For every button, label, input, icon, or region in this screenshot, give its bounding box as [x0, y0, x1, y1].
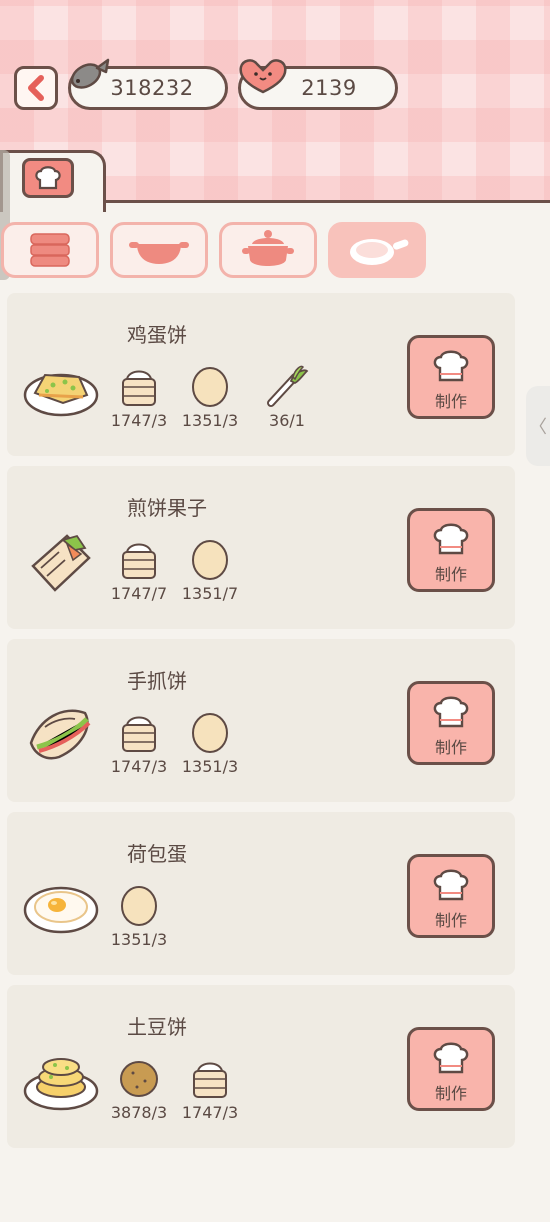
chef-hat-icon: [433, 523, 469, 555]
ingredient-count: 1351/3: [110, 930, 168, 949]
ingredient-item: 3878/3: [104, 1055, 174, 1122]
make-button-label: 制作: [434, 392, 467, 411]
ingredient-count: 36/1: [269, 411, 305, 430]
fish-icon: [70, 58, 110, 89]
ingredient-item: 1747/3: [104, 709, 174, 776]
make-button[interactable]: 制作: [407, 854, 495, 938]
ingredient-item: 1747/3: [104, 363, 174, 430]
pot-icon: [242, 230, 294, 266]
ingredient-count: 1351/3: [181, 757, 239, 776]
recipe-card: 鸡蛋饼 1747/3 1351/3 36/1 制作: [7, 293, 515, 456]
scallion-icon: [267, 365, 309, 407]
fish-count: 318232: [110, 76, 194, 100]
ingredient-item: 1747/3: [175, 1055, 245, 1122]
recipe-name: 土豆饼: [127, 1015, 187, 1039]
ingredient-item: 36/1: [252, 363, 322, 430]
chef-hat-icon: [433, 1042, 469, 1074]
flour-icon: [122, 543, 156, 579]
ingredient-count: 1747/3: [181, 1103, 239, 1122]
ingredient-item: 1351/3: [104, 882, 174, 949]
recipe-card: 荷包蛋 1351/3 制作: [7, 812, 515, 975]
potato-icon: [120, 1061, 158, 1097]
make-button[interactable]: 制作: [407, 335, 495, 419]
flour-icon: [122, 716, 156, 752]
fried-egg-icon: [23, 886, 99, 934]
ingredient-item: 1351/3: [175, 363, 245, 430]
recipe-name: 鸡蛋饼: [127, 323, 187, 347]
ingredient-count: 1747/3: [110, 757, 168, 776]
egg-icon: [192, 540, 228, 580]
side-panel-handle[interactable]: 〈: [526, 386, 550, 466]
recipe-card: 手抓饼 1747/3 1351/3 制作: [7, 639, 515, 802]
jianbing-icon: [31, 534, 91, 592]
make-button[interactable]: 制作: [407, 508, 495, 592]
category-steamer-button[interactable]: [1, 222, 99, 278]
steamer-icon: [30, 233, 70, 267]
frying-pan-icon: [350, 239, 409, 265]
chef-hat-icon: [433, 869, 469, 901]
category-wok-button[interactable]: [110, 222, 208, 278]
category-pot-button[interactable]: [219, 222, 317, 278]
potato-pancake-icon: [23, 1058, 99, 1111]
chevron-left-icon: 〈: [529, 417, 547, 438]
flour-icon: [193, 1062, 227, 1098]
recipe-name: 手抓饼: [127, 669, 187, 693]
egg-icon: [121, 886, 157, 926]
recipe-card: 土豆饼 3878/3 1747/3 制作: [7, 985, 515, 1148]
recipe-name: 煎饼果子: [127, 496, 207, 520]
make-button[interactable]: 制作: [407, 1027, 495, 1111]
make-button-label: 制作: [434, 911, 467, 930]
chef-hat-icon: [433, 696, 469, 728]
make-button-label: 制作: [434, 738, 467, 757]
ingredient-item: 1351/3: [175, 709, 245, 776]
recipe-name: 荷包蛋: [127, 842, 187, 866]
wok-icon: [129, 242, 189, 264]
ingredient-item: 1747/7: [104, 536, 174, 603]
heart-count: 2139: [301, 76, 357, 100]
egg-icon: [192, 367, 228, 407]
ingredient-count: 1351/7: [181, 584, 239, 603]
hand-pancake-icon: [29, 709, 91, 760]
ingredient-count: 1747/7: [110, 584, 168, 603]
ingredient-count: 1351/3: [181, 411, 239, 430]
back-button[interactable]: [14, 66, 58, 110]
category-frying-pan-button[interactable]: [328, 222, 426, 278]
make-button[interactable]: 制作: [407, 681, 495, 765]
recipe-card: 煎饼果子 1747/7 1351/7 制作: [7, 466, 515, 629]
ingredient-item: 1351/7: [175, 536, 245, 603]
make-button-label: 制作: [434, 565, 467, 584]
egg-icon: [192, 713, 228, 753]
chef-hat-icon[interactable]: [22, 158, 74, 198]
egg-pancake-icon: [23, 373, 99, 417]
ingredient-count: 1747/3: [110, 411, 168, 430]
chevron-left-icon: [28, 75, 44, 101]
make-button-label: 制作: [434, 1084, 467, 1103]
ingredient-count: 3878/3: [110, 1103, 168, 1122]
heart-icon: [239, 59, 287, 94]
flour-icon: [122, 370, 156, 406]
chef-hat-icon: [433, 350, 469, 382]
